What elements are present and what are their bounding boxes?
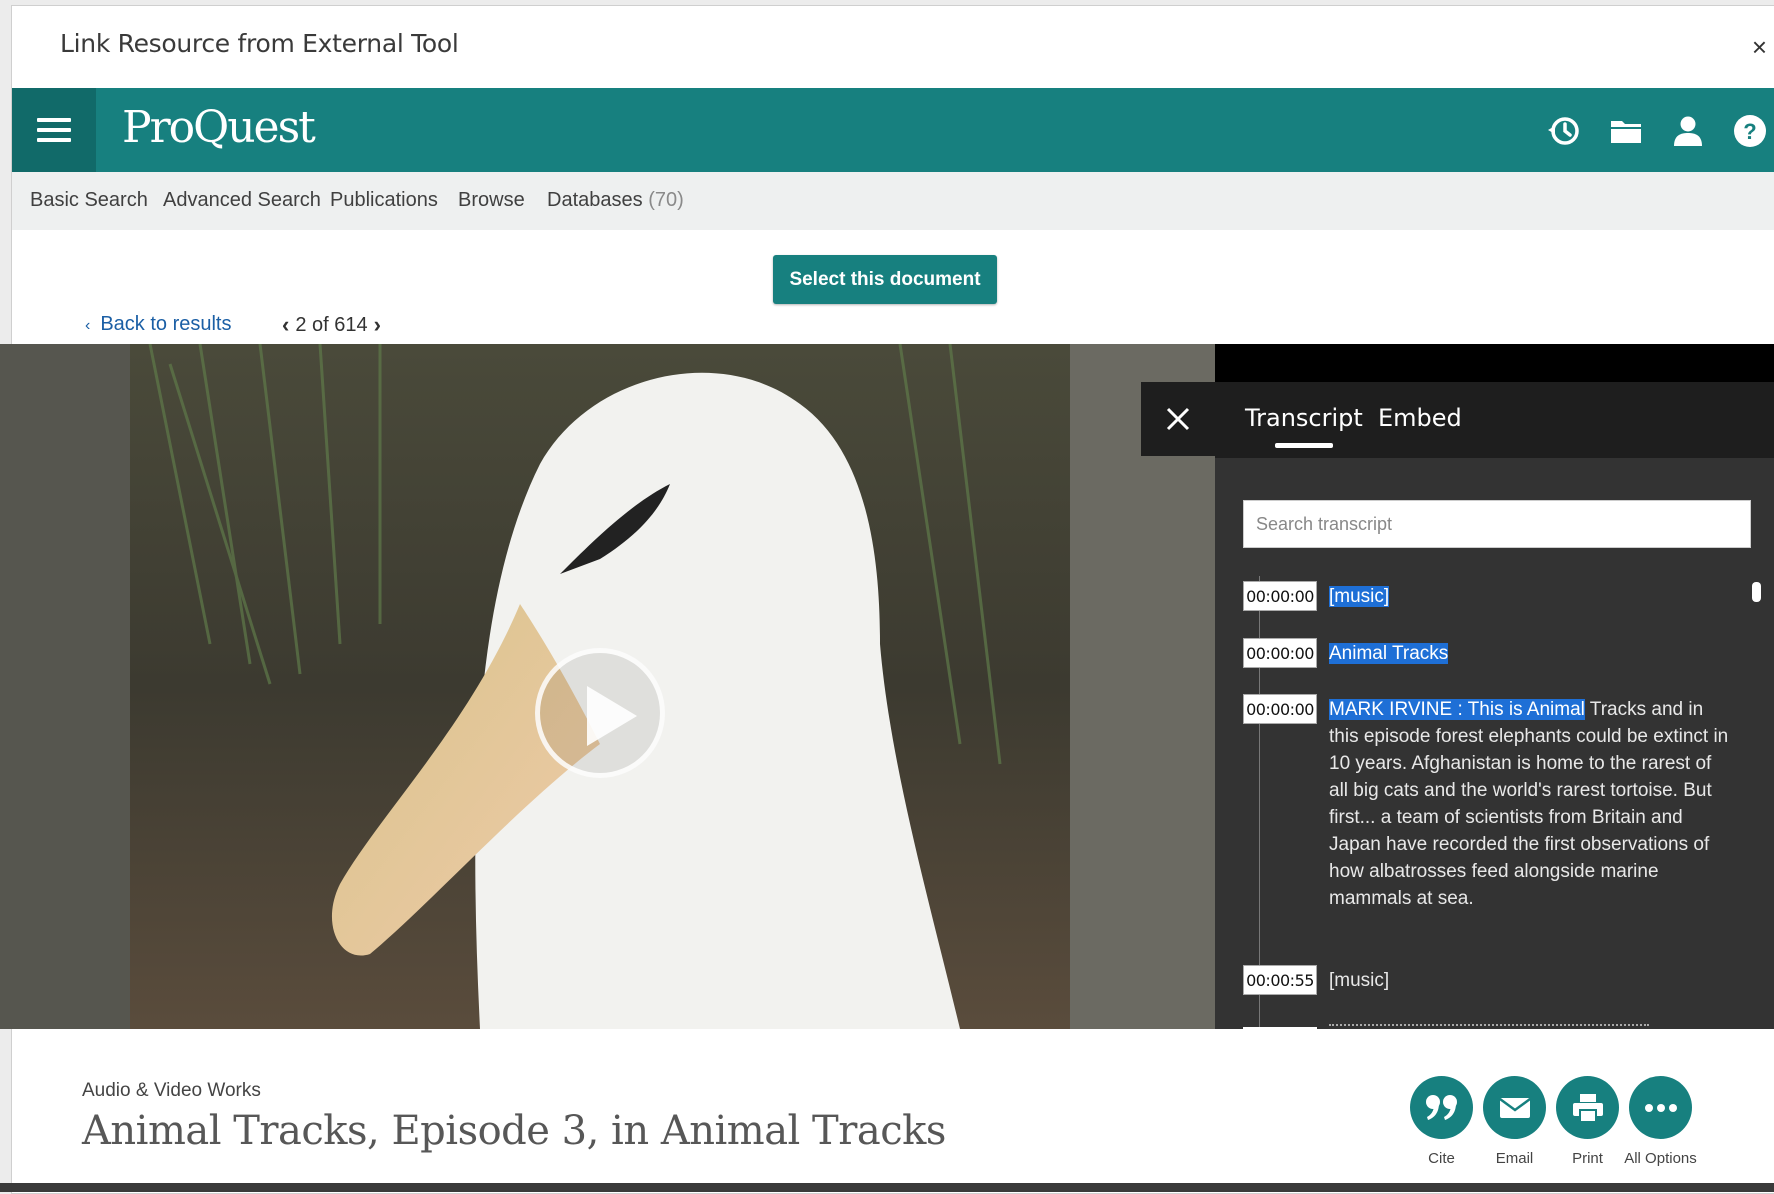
- transcript-rest: Tracks and in this episode forest elepha…: [1329, 699, 1729, 909]
- transcript-text: Animal Tracks: [1329, 640, 1729, 667]
- transcript-scrollbar[interactable]: [1752, 582, 1761, 602]
- nav-databases-count: (70): [648, 189, 684, 211]
- tab-transcript[interactable]: Transcript: [1245, 404, 1363, 448]
- user-icon[interactable]: [1669, 112, 1707, 150]
- chevron-left-icon: ‹: [85, 317, 91, 334]
- quote-icon: [1410, 1076, 1473, 1139]
- print-button[interactable]: Print: [1556, 1076, 1619, 1169]
- highlighted-text: [music]: [1329, 586, 1390, 607]
- next-timestamp-partial: [1243, 1027, 1317, 1029]
- next-text-partial: [1329, 1024, 1649, 1029]
- tab-embed[interactable]: Embed: [1378, 404, 1462, 432]
- nav-advanced-search[interactable]: Advanced Search: [163, 189, 321, 212]
- document-type: Audio & Video Works: [82, 1080, 261, 1101]
- timestamp[interactable]: 00:00:55: [1243, 965, 1317, 995]
- select-document-button[interactable]: Select this document: [773, 255, 997, 304]
- cite-label: Cite: [1428, 1150, 1455, 1167]
- play-button[interactable]: [535, 648, 665, 778]
- transcript-tabs: Transcript Embed: [1215, 382, 1774, 458]
- dialog-title: Link Resource from External Tool: [60, 29, 459, 58]
- proquest-header: ProQuest ?: [12, 88, 1774, 172]
- document-title: Animal Tracks, Episode 3, in Animal Trac…: [82, 1108, 946, 1154]
- result-pager: ‹ 2 of 614 ›: [282, 312, 381, 338]
- nav-browse[interactable]: Browse: [458, 189, 525, 212]
- search-nav-bar: Basic Search Advanced Search Publication…: [12, 172, 1774, 230]
- dialog-title-bar: Link Resource from External Tool ×: [12, 6, 1774, 88]
- bottom-edge: [0, 1183, 1774, 1192]
- cite-button[interactable]: Cite: [1410, 1076, 1473, 1169]
- highlighted-text: Animal Tracks: [1329, 643, 1449, 664]
- email-button[interactable]: Email: [1483, 1076, 1546, 1169]
- timestamp[interactable]: 00:00:00: [1243, 694, 1317, 724]
- highlighted-text: MARK IRVINE : This is Animal: [1329, 699, 1585, 720]
- timestamp[interactable]: 00:00:00: [1243, 581, 1317, 611]
- transcript-rest: [music]: [1329, 970, 1390, 991]
- video-player[interactable]: [0, 344, 1215, 1029]
- next-result-button[interactable]: ›: [374, 312, 381, 338]
- printer-icon: [1556, 1076, 1619, 1139]
- history-icon[interactable]: [1545, 112, 1583, 150]
- nav-basic-search[interactable]: Basic Search: [30, 189, 148, 212]
- envelope-icon: [1483, 1076, 1546, 1139]
- back-to-results-label: Back to results: [100, 313, 232, 335]
- svg-text:?: ?: [1743, 119, 1756, 144]
- document-actions: Cite Email Print All Options: [1410, 1076, 1697, 1169]
- close-transcript-button[interactable]: [1141, 382, 1215, 456]
- pager-position: 2 of 614: [295, 313, 368, 336]
- folder-icon[interactable]: [1607, 112, 1645, 150]
- email-label: Email: [1495, 1150, 1534, 1167]
- nav-publications[interactable]: Publications: [330, 189, 438, 212]
- timestamp[interactable]: 00:00:00: [1243, 638, 1317, 668]
- all-options-button[interactable]: All Options: [1624, 1076, 1697, 1169]
- more-icon: [1629, 1076, 1692, 1139]
- hamburger-icon: [37, 112, 71, 148]
- proquest-logo[interactable]: ProQuest: [122, 102, 316, 153]
- transcript-panel-top: [1215, 344, 1774, 382]
- back-to-results-link[interactable]: ‹ Back to results: [85, 313, 232, 336]
- nav-databases[interactable]: Databases (70): [547, 189, 684, 212]
- all-options-label: All Options: [1624, 1150, 1697, 1167]
- print-label: Print: [1572, 1150, 1603, 1167]
- close-icon: [1166, 407, 1190, 431]
- previous-result-button[interactable]: ‹: [282, 312, 289, 338]
- transcript-text: [music]: [1329, 583, 1729, 610]
- hamburger-menu-button[interactable]: [12, 88, 96, 172]
- nav-databases-label: Databases: [547, 189, 643, 211]
- transcript-text: MARK IRVINE : This is Animal Tracks and …: [1329, 696, 1729, 912]
- help-icon[interactable]: ?: [1731, 112, 1769, 150]
- transcript-text: [music]: [1329, 967, 1729, 994]
- dialog-close-button[interactable]: ×: [1752, 32, 1767, 63]
- play-icon: [587, 686, 637, 746]
- transcript-search-input[interactable]: [1243, 500, 1751, 548]
- transcript-panel: 00:00:00 [music] 00:00:00 Animal Tracks …: [1215, 458, 1774, 1029]
